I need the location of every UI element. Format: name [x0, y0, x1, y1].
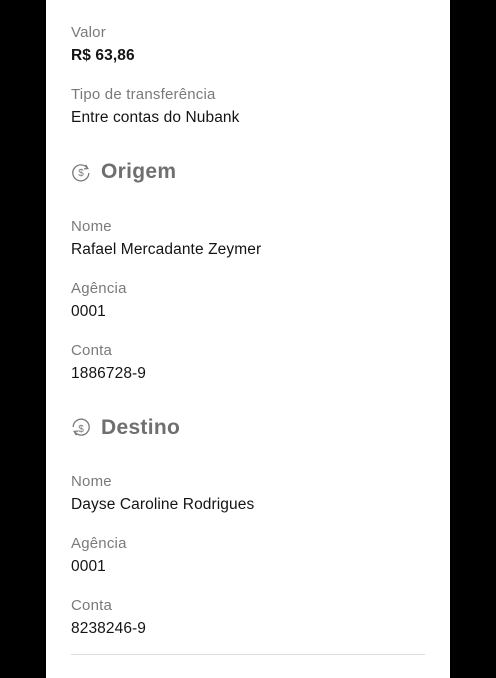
- destino-conta-value: 8238246-9: [71, 620, 147, 637]
- tipo-transferencia-label: Tipo de transferência: [71, 86, 216, 103]
- destino-conta-label: Conta: [71, 597, 113, 614]
- destino-section-header: $ Destino: [71, 416, 180, 440]
- origem-title: Origem: [101, 160, 177, 183]
- origem-nome-field: Nome Rafael Mercadante Zeymer: [71, 218, 261, 260]
- origem-section-header: $ Origem: [71, 160, 176, 184]
- origem-agencia-value: 0001: [71, 303, 106, 320]
- destino-nome-label: Nome: [71, 473, 112, 490]
- destino-nome-field: Nome Dayse Caroline Rodrigues: [71, 473, 254, 515]
- destino-agencia-field: Agência 0001: [71, 535, 127, 577]
- destino-nome-value: Dayse Caroline Rodrigues: [71, 496, 255, 513]
- money-transfer-icon: $: [71, 162, 91, 182]
- receipt-panel: Valor R$ 63,86 Tipo de transferência Ent…: [46, 0, 450, 678]
- destino-title: Destino: [101, 416, 181, 439]
- origem-conta-label: Conta: [71, 342, 113, 359]
- destino-agencia-label: Agência: [71, 535, 127, 552]
- origem-agencia-label: Agência: [71, 280, 127, 297]
- origem-agencia-field: Agência 0001: [71, 280, 127, 322]
- origem-conta-field: Conta 1886728-9: [71, 342, 146, 384]
- bottom-divider: [71, 654, 425, 655]
- origem-conta-value: 1886728-9: [71, 365, 147, 382]
- tipo-transferencia-field: Tipo de transferência Entre contas do Nu…: [71, 86, 240, 128]
- valor-label: Valor: [71, 24, 106, 41]
- svg-text:$: $: [78, 168, 84, 179]
- destino-conta-field: Conta 8238246-9: [71, 597, 146, 639]
- origem-nome-value: Rafael Mercadante Zeymer: [71, 241, 262, 258]
- valor-value: R$ 63,86: [71, 47, 135, 64]
- destino-agencia-value: 0001: [71, 558, 106, 575]
- valor-field: Valor R$ 63,86: [71, 24, 135, 66]
- money-transfer-icon: $: [71, 418, 91, 438]
- svg-text:$: $: [78, 424, 84, 435]
- tipo-transferencia-value: Entre contas do Nubank: [71, 109, 240, 126]
- origem-nome-label: Nome: [71, 218, 112, 235]
